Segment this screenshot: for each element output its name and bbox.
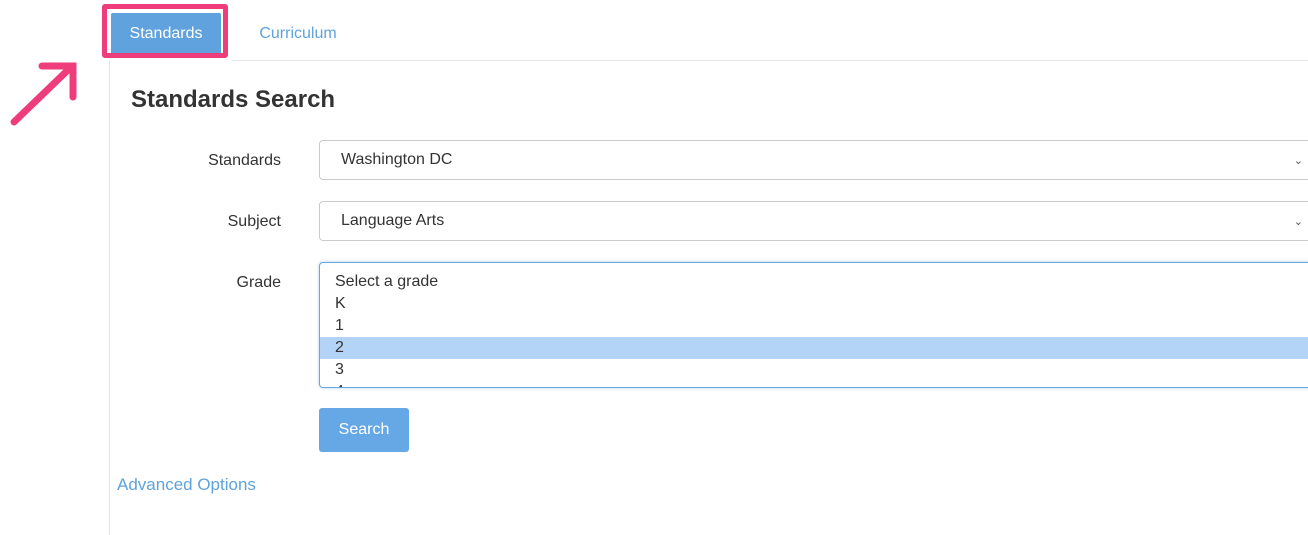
grade-option-selected[interactable]: 2 — [320, 337, 1308, 359]
standards-label: Standards — [208, 152, 281, 169]
grade-option[interactable]: Select a grade — [320, 271, 1308, 293]
panel-divider — [109, 61, 110, 535]
tab-bar: Standards Curriculum — [0, 0, 1308, 61]
tab-divider — [232, 60, 1308, 61]
arrow-up-right-icon — [10, 62, 77, 126]
standards-value: Washington DC — [341, 151, 453, 168]
standards-select[interactable]: Washington DC ⌄ — [319, 140, 1308, 180]
grade-option[interactable]: 3 — [320, 359, 1308, 381]
grade-option[interactable]: K — [320, 293, 1308, 315]
page-title: Standards Search — [131, 86, 336, 113]
tab-standards[interactable]: Standards — [111, 13, 221, 55]
search-button-label: Search — [338, 421, 390, 438]
grade-label: Grade — [236, 274, 281, 291]
tab-curriculum-label: Curriculum — [259, 25, 337, 42]
chevron-down-icon: ⌄ — [1293, 155, 1303, 167]
search-button[interactable]: Search — [319, 408, 409, 452]
grade-option[interactable]: 1 — [320, 315, 1308, 337]
grade-option[interactable]: 4 — [320, 381, 1308, 387]
advanced-options-link[interactable]: Advanced Options — [117, 474, 256, 496]
subject-label: Subject — [227, 213, 281, 230]
grade-listbox[interactable]: Select a grade K 1 2 3 4 — [319, 262, 1308, 388]
tab-standards-label: Standards — [129, 25, 203, 42]
chevron-down-icon: ⌄ — [1293, 216, 1303, 228]
subject-value: Language Arts — [341, 212, 445, 229]
subject-select[interactable]: Language Arts ⌄ — [319, 201, 1308, 241]
tab-curriculum[interactable]: Curriculum — [243, 13, 353, 55]
